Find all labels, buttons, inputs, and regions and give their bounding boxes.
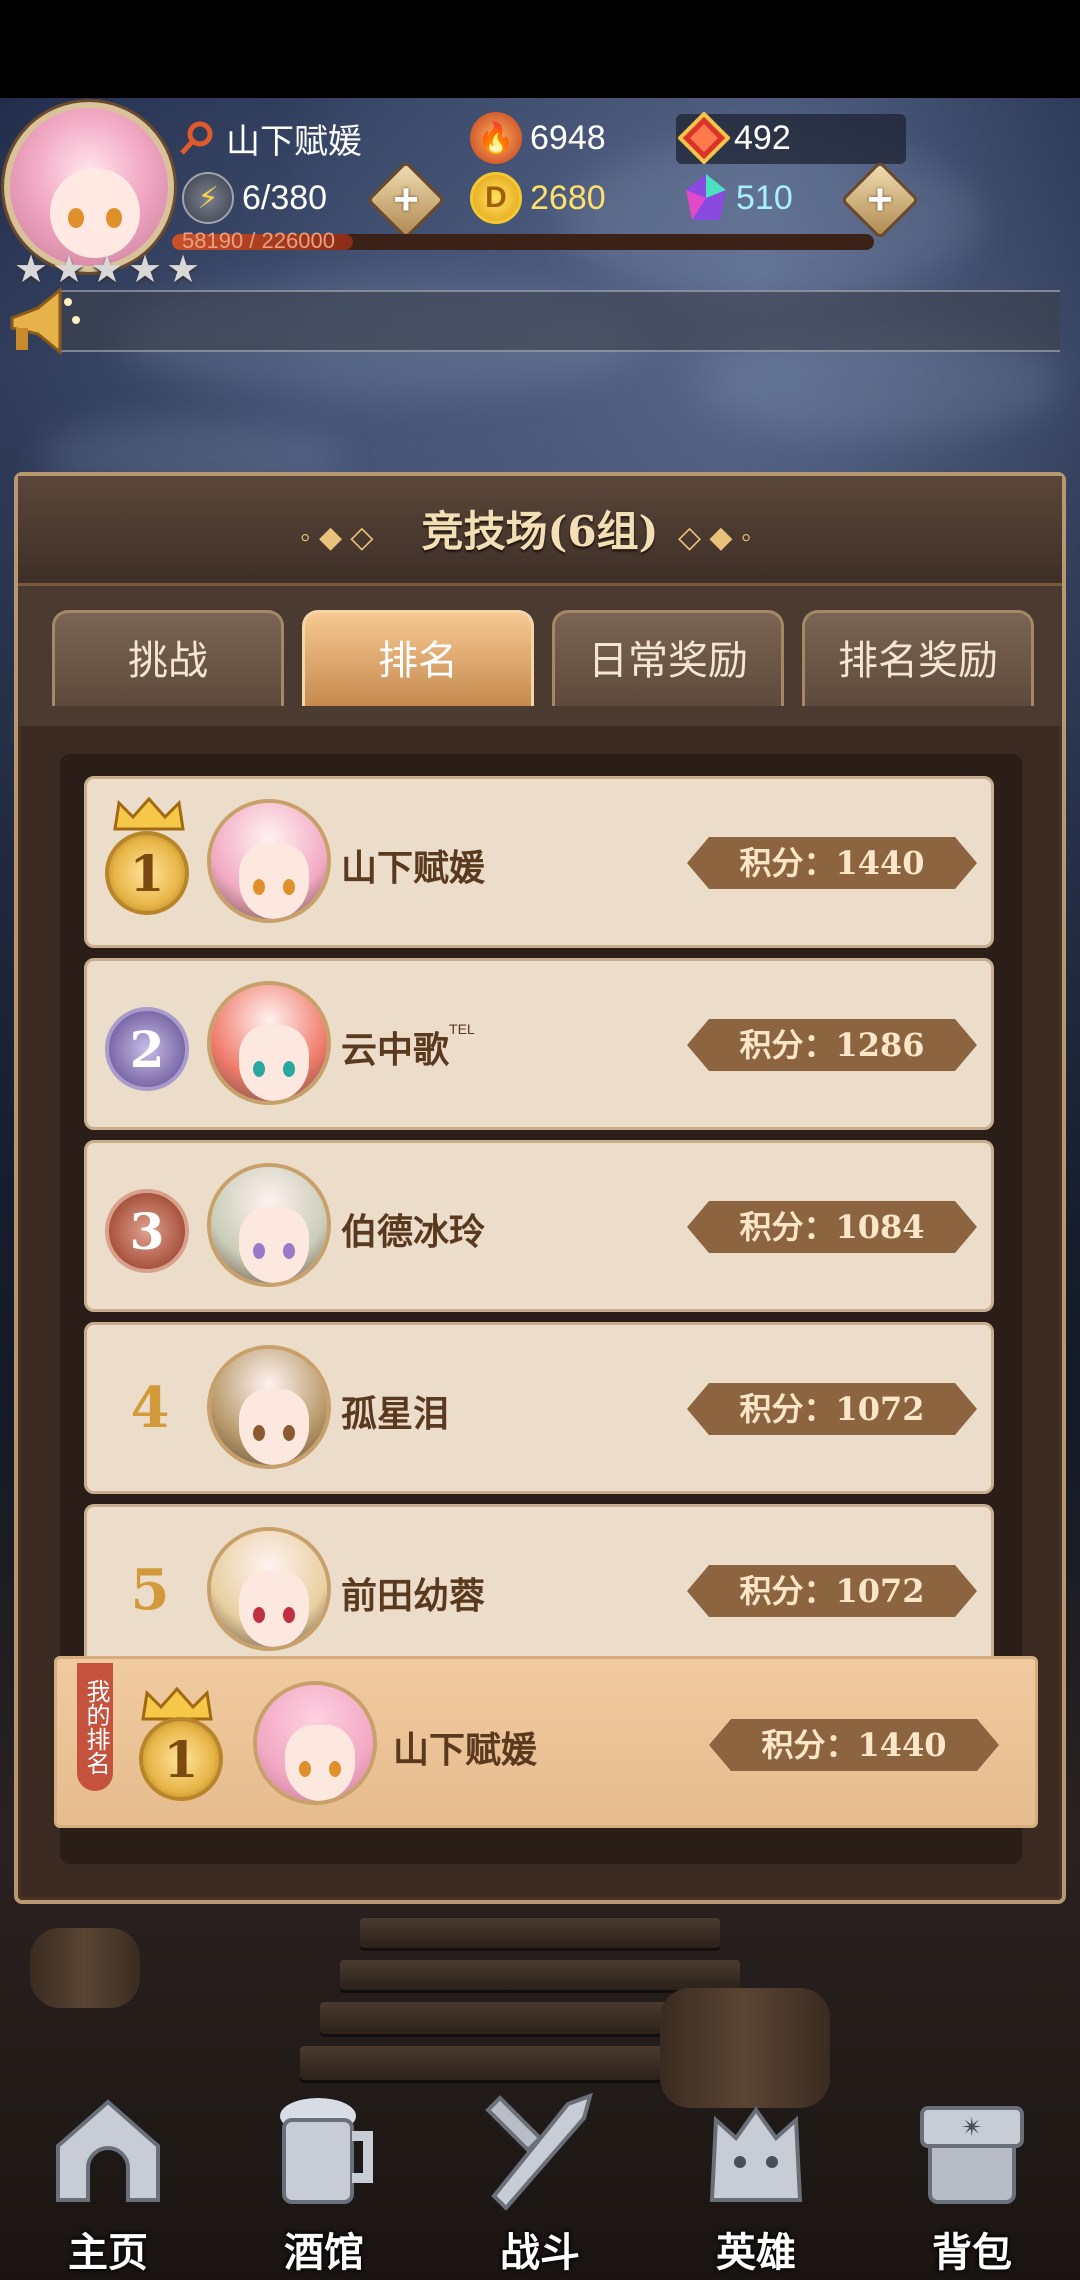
megaphone-icon[interactable] <box>2 282 86 366</box>
beer-mug-icon <box>280 2098 373 2204</box>
rank-number: 5 <box>130 1557 170 1623</box>
my-score-badge: 积分：1440 <box>709 1719 999 1771</box>
player-name-suffix: TEL <box>449 1021 475 1037</box>
nav-home-label: 主页 <box>68 2231 148 2275</box>
star-icon: ★ <box>128 249 163 291</box>
crystal-row: 510 <box>680 172 793 224</box>
bottom-nav: 主页 酒馆 战斗 英雄 ✴ 背包 <box>0 2060 1080 2280</box>
player-name-row: 山下赋媛 <box>176 114 362 163</box>
search-icon <box>180 121 213 155</box>
player-name-text: 孤星泪 <box>341 1393 450 1435</box>
crown-icon <box>141 1687 213 1721</box>
rank-number: 4 <box>130 1375 170 1441</box>
plus-icon: + <box>393 175 419 224</box>
rank-medal: 2 <box>105 1007 189 1091</box>
nav-tavern-label: 酒馆 <box>284 2231 364 2275</box>
red-gem-value: 492 <box>734 118 791 157</box>
nav-heroes-label: 英雄 <box>716 2231 796 2275</box>
nav-heroes[interactable]: 英雄 <box>648 2060 864 2280</box>
score-badge: 积分：1084 <box>687 1201 977 1253</box>
player-name-text: 伯德冰玲 <box>341 1211 486 1253</box>
plus-icon: + <box>867 175 893 224</box>
player-avatar[interactable] <box>4 102 174 272</box>
energy-row: ⚡ 6/380 <box>182 172 327 224</box>
ranking-row[interactable]: 5 前田幼蓉 积分：1072 <box>84 1504 994 1664</box>
ornament-right-icon: ◇ ◆ ◦ <box>678 521 752 554</box>
my-rank-row[interactable]: 我的排名 1 山下赋媛 积分：1440 <box>54 1656 1038 1828</box>
player-portrait <box>207 1345 331 1469</box>
nav-battle-label: 战斗 <box>500 2231 580 2275</box>
panel-title: 竞技场(6组) <box>421 507 659 556</box>
player-name: 前田幼蓉 <box>341 1567 485 1619</box>
power-row: 🔥 6948 <box>470 112 606 164</box>
nav-backpack[interactable]: ✴ 背包 <box>864 2060 1080 2280</box>
crown-icon <box>113 797 185 831</box>
red-gem-row: 492 <box>678 112 791 164</box>
ranking-row[interactable]: 1 山下赋媛 积分：1440 <box>84 776 994 948</box>
player-portrait <box>207 981 331 1105</box>
player-name-text: 云中歌 <box>341 1029 450 1071</box>
power-value: 6948 <box>530 118 606 157</box>
player-name: 伯德冰玲 <box>341 1203 485 1255</box>
ranking-row[interactable]: 4 孤星泪 积分：1072 <box>84 1322 994 1494</box>
score-badge: 积分：1072 <box>687 1383 977 1435</box>
tab-ranking[interactable]: 排名 <box>302 610 534 706</box>
nav-battle[interactable]: 战斗 <box>432 2060 648 2280</box>
star-icon: ★ <box>90 249 125 291</box>
player-name: 山下赋媛 <box>341 839 485 891</box>
nav-backpack-label: 背包 <box>932 2231 1012 2275</box>
tab-daily-rewards[interactable]: 日常奖励 <box>552 610 784 706</box>
my-player-name: 山下赋媛 <box>393 1729 538 1771</box>
red-gem-icon <box>678 112 730 164</box>
backpack-icon: ✴ <box>920 2106 1024 2204</box>
ranking-row[interactable]: 2 云中歌TEL 积分：1286 <box>84 958 994 1130</box>
score-badge: 积分：1286 <box>687 1019 977 1071</box>
my-avatar <box>253 1681 377 1805</box>
energy-value: 6/380 <box>242 178 328 217</box>
exp-text: 58190 / 226000 <box>182 228 335 253</box>
crossed-swords-icon <box>485 2092 593 2210</box>
player-portrait <box>207 1163 331 1287</box>
player-name: 孤星泪 <box>341 1385 449 1437</box>
cat-hero-icon <box>709 2106 803 2202</box>
tab-challenge[interactable]: 挑战 <box>52 610 284 706</box>
player-name-text: 前田幼蓉 <box>341 1575 486 1617</box>
nav-tavern[interactable]: 酒馆 <box>216 2060 432 2280</box>
home-icon <box>56 2099 160 2202</box>
player-portrait <box>207 1527 331 1651</box>
rank-medal: 3 <box>105 1189 189 1273</box>
gold-value: 2680 <box>530 178 606 217</box>
player-name: 山下赋媛 <box>226 123 362 161</box>
my-rank-medal: 1 <box>139 1717 223 1801</box>
crystal-icon <box>686 174 726 220</box>
svg-text:✴: ✴ <box>961 2112 983 2142</box>
ranking-row[interactable]: 3 伯德冰玲 积分：1084 <box>84 1140 994 1312</box>
player-name-text: 山下赋媛 <box>341 847 486 889</box>
lightning-icon: ⚡ <box>182 172 234 224</box>
player-portrait <box>207 799 331 923</box>
flame-icon: 🔥 <box>470 112 522 164</box>
panel-header: ◦ ◆ ◇ 竞技场(6组) ◇ ◆ ◦ <box>18 476 1062 586</box>
announcement-bar[interactable] <box>60 290 1060 352</box>
star-icon: ★ <box>166 249 201 291</box>
rank-medal: 1 <box>105 831 189 915</box>
gold-coin-icon: D <box>470 172 522 224</box>
score-badge: 积分：1072 <box>687 1565 977 1617</box>
nav-home[interactable]: 主页 <box>0 2060 216 2280</box>
gold-row: D 2680 <box>470 172 606 224</box>
crystal-value: 510 <box>736 178 793 217</box>
player-name: 云中歌TEL <box>341 1021 475 1073</box>
my-rank-tag: 我的排名 <box>77 1663 113 1791</box>
score-badge: 积分：1440 <box>687 837 977 889</box>
tab-rank-rewards[interactable]: 排名奖励 <box>802 610 1034 706</box>
